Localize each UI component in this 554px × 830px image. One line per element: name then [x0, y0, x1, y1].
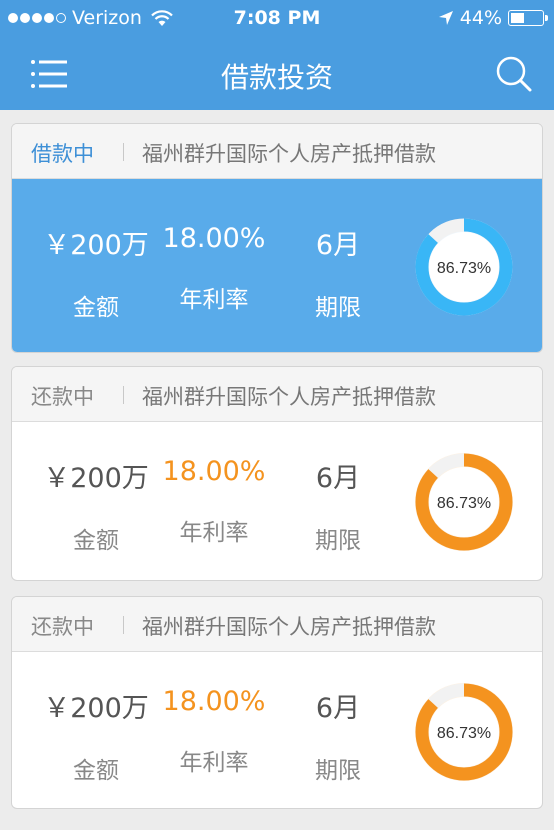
loan-card-header: 借款中 福州群升国际个人房产抵押借款: [12, 124, 542, 179]
rate-label: 年利率: [179, 287, 249, 313]
loan-card-body: ￥200万 金额 18.00% 年利率 6月 期限 86.73%: [12, 179, 542, 352]
loan-status: 还款中: [31, 385, 94, 409]
loan-title: 福州群升国际个人房产抵押借款: [142, 615, 436, 639]
progress-text: 86.73%: [437, 495, 491, 512]
rate-label: 年利率: [179, 750, 249, 776]
status-right: 44%: [438, 7, 548, 29]
loan-title: 福州群升国际个人房产抵押借款: [142, 142, 436, 166]
term-label: 期限: [315, 528, 361, 554]
page-title: 借款投资: [220, 61, 333, 94]
term-value: 6月: [315, 230, 361, 261]
location-arrow-icon: [438, 11, 453, 25]
header-divider: [123, 143, 124, 161]
term-stat: 6月 期限: [268, 686, 408, 785]
nav-bar: 借款投资: [0, 38, 554, 110]
rate-stat: 18.00% 年利率: [144, 223, 284, 314]
rate-stat: 18.00% 年利率: [144, 686, 284, 777]
loan-status: 还款中: [31, 615, 94, 639]
loan-card-body: ￥200万 金额 18.00% 年利率 6月 期限 86.73%: [12, 422, 542, 580]
progress-text: 86.73%: [437, 260, 491, 277]
search-button[interactable]: [494, 54, 534, 94]
battery-percent: 44%: [459, 7, 502, 29]
status-bar: Verizon 7:08 PM 44%: [0, 0, 554, 38]
rate-label: 年利率: [179, 520, 249, 546]
rate-value: 18.00%: [162, 456, 266, 487]
loan-card[interactable]: 还款中 福州群升国际个人房产抵押借款 ￥200万 金额 18.00% 年利率 6…: [11, 596, 543, 809]
progress-ring: 86.73%: [415, 218, 513, 316]
term-stat: 6月 期限: [268, 223, 408, 322]
rate-value: 18.00%: [162, 686, 266, 717]
loan-status: 借款中: [31, 142, 94, 166]
battery-icon: [508, 10, 548, 26]
loan-card-body: ￥200万 金额 18.00% 年利率 6月 期限 86.73%: [12, 652, 542, 808]
rate-value: 18.00%: [162, 223, 266, 254]
search-icon: [496, 56, 532, 92]
loan-card-header: 还款中 福州群升国际个人房产抵押借款: [12, 597, 542, 652]
progress-text: 86.73%: [437, 725, 491, 742]
loan-card[interactable]: 借款中 福州群升国际个人房产抵押借款 ￥200万 金额 18.00% 年利率 6…: [11, 123, 543, 353]
rate-stat: 18.00% 年利率: [144, 456, 284, 547]
term-value: 6月: [315, 693, 361, 724]
progress-ring: 86.73%: [415, 453, 513, 551]
loan-title: 福州群升国际个人房产抵押借款: [142, 385, 436, 409]
loan-card-header: 还款中 福州群升国际个人房产抵押借款: [12, 367, 542, 422]
progress-ring: 86.73%: [415, 683, 513, 781]
term-value: 6月: [315, 463, 361, 494]
header-divider: [123, 616, 124, 634]
term-stat: 6月 期限: [268, 456, 408, 555]
term-label: 期限: [315, 758, 361, 784]
loan-card[interactable]: 还款中 福州群升国际个人房产抵押借款 ￥200万 金额 18.00% 年利率 6…: [11, 366, 543, 581]
term-label: 期限: [315, 295, 361, 321]
header-divider: [123, 386, 124, 404]
